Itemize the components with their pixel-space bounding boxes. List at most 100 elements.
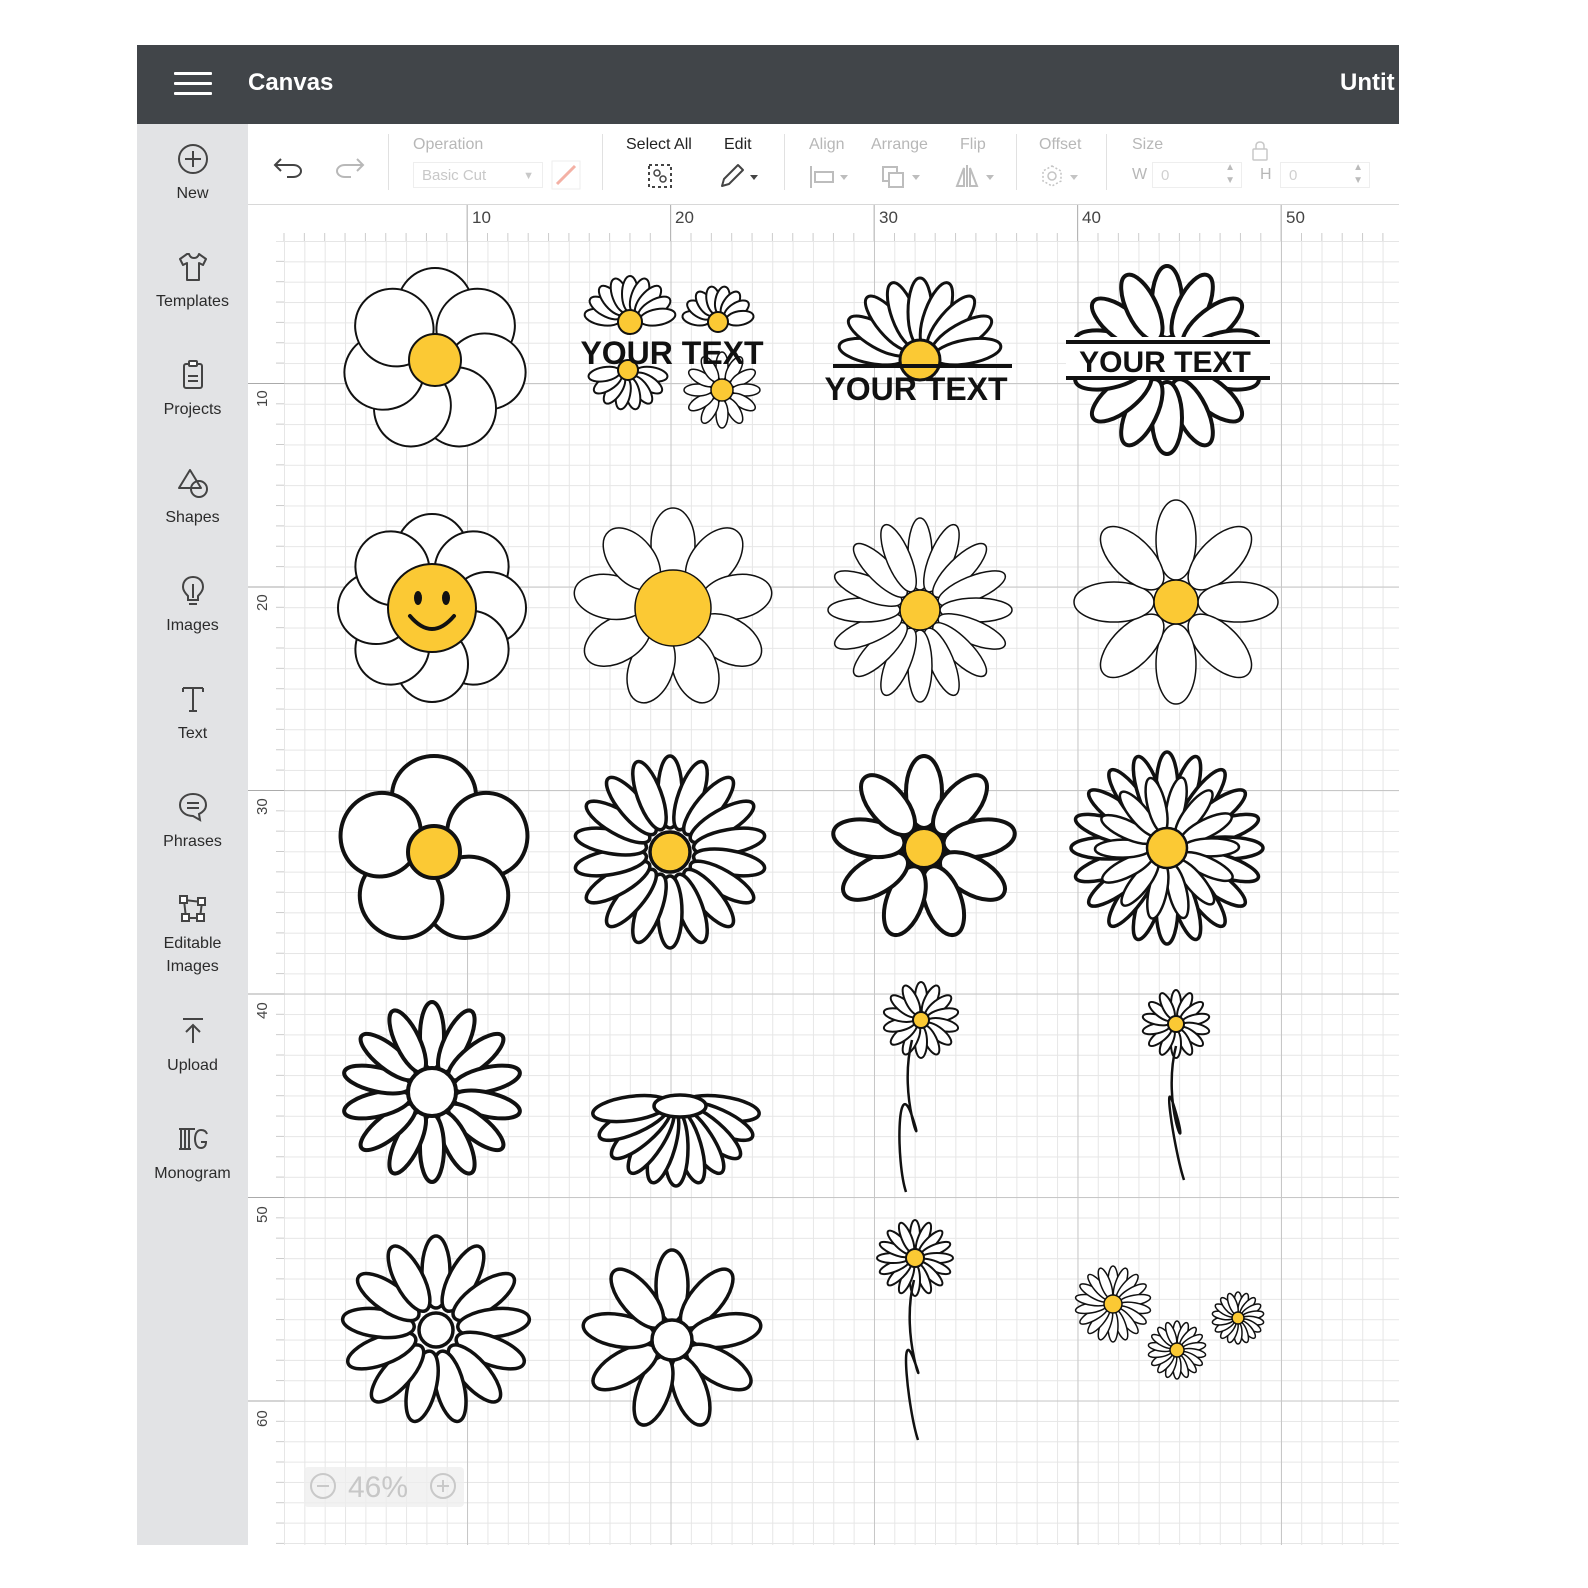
design-layer: YOUR TEXT YOUR TEXT YOUR TEXT bbox=[330, 264, 1279, 1441]
sidebar-item-label: Editable bbox=[163, 935, 222, 952]
smiley-eye bbox=[442, 591, 450, 605]
flower-center bbox=[905, 1248, 925, 1268]
daisy-design[interactable] bbox=[340, 1234, 532, 1425]
smiley-eye bbox=[414, 591, 422, 605]
daisy-design[interactable] bbox=[571, 507, 776, 709]
edit-pencil-icon[interactable] bbox=[718, 162, 762, 190]
pen-color-icon[interactable] bbox=[551, 160, 581, 190]
speech-bubble-icon bbox=[178, 792, 207, 822]
daisy-design[interactable] bbox=[1073, 499, 1279, 705]
zoom-out-icon[interactable] bbox=[310, 1473, 336, 1499]
ruler-label: 10 bbox=[254, 390, 271, 407]
sidebar-item-projects[interactable]: Projects bbox=[137, 358, 248, 421]
monogram-icon bbox=[178, 1128, 208, 1150]
daisy-design[interactable] bbox=[330, 754, 539, 954]
monogram-text: YOUR TEXT bbox=[824, 371, 1008, 407]
ruler-ticks bbox=[248, 241, 284, 1544]
width-value: 0 bbox=[1161, 167, 1170, 184]
sidebar-item-shapes[interactable]: Shapes bbox=[137, 466, 248, 529]
sidebar-item-label: Upload bbox=[167, 1057, 218, 1074]
sidebar-item-text[interactable]: Text bbox=[137, 682, 248, 745]
sidebar-item-editable-images[interactable]: Editable Images bbox=[137, 892, 248, 978]
flower-center bbox=[650, 1318, 694, 1362]
width-input[interactable]: 0 ▲ ▼ bbox=[1152, 162, 1242, 188]
daisy-design[interactable] bbox=[342, 1000, 523, 1184]
sidebar-item-phrases[interactable]: Phrases bbox=[137, 790, 248, 853]
flower-center bbox=[634, 569, 712, 647]
edit-label: Edit bbox=[724, 136, 752, 153]
flower-center bbox=[710, 378, 734, 402]
ruler-top: 10 20 30 40 50 bbox=[248, 205, 1399, 242]
daisy-design[interactable] bbox=[882, 981, 960, 1059]
align-icon[interactable] bbox=[808, 164, 852, 190]
edit-toolbar: Operation Basic Cut ▼ Select All Edit Ali… bbox=[248, 124, 1399, 205]
ruler-label: 10 bbox=[472, 208, 491, 227]
document-title[interactable]: Untit bbox=[1340, 69, 1395, 97]
sidebar-item-monogram[interactable]: Monogram bbox=[137, 1122, 248, 1185]
ruler-label: 40 bbox=[1082, 208, 1101, 227]
sidebar-item-new[interactable]: New bbox=[137, 142, 248, 205]
ruler-label: 30 bbox=[879, 208, 898, 227]
stepper-icon: ▲ ▼ bbox=[1225, 162, 1235, 186]
half-daisy[interactable] bbox=[583, 275, 677, 335]
daisy-design[interactable] bbox=[1147, 1320, 1207, 1380]
daisy-design[interactable] bbox=[337, 267, 533, 459]
toolbar-separator bbox=[784, 134, 785, 190]
canvas-grid[interactable]: YOUR TEXT YOUR TEXT YOUR TEXT bbox=[284, 241, 1399, 1545]
toolbar-separator bbox=[602, 134, 603, 190]
daisy-design[interactable] bbox=[1211, 1291, 1265, 1345]
flower-center bbox=[707, 311, 729, 333]
daisy-design[interactable] bbox=[830, 754, 1017, 941]
hamburger-menu-icon[interactable] bbox=[174, 72, 212, 97]
flower-stem bbox=[898, 1039, 918, 1193]
flower-center bbox=[406, 824, 462, 880]
undo-icon[interactable] bbox=[272, 154, 306, 180]
flower-center bbox=[387, 563, 477, 653]
flower-center bbox=[1153, 579, 1199, 625]
height-input[interactable]: 0 ▲ ▼ bbox=[1280, 162, 1370, 188]
daisy-design[interactable] bbox=[827, 517, 1013, 703]
editable-image-icon bbox=[178, 895, 206, 922]
sidebar-item-label: Phrases bbox=[163, 833, 222, 850]
daisy-design[interactable] bbox=[573, 754, 767, 950]
lightbulb-icon bbox=[181, 575, 204, 605]
flower-center bbox=[1169, 1342, 1185, 1358]
ruler-left: 10 20 30 40 50 60 bbox=[248, 241, 285, 1545]
toolbar-separator bbox=[1016, 134, 1017, 190]
toolbar-separator bbox=[1106, 134, 1107, 190]
height-value: 0 bbox=[1289, 167, 1298, 184]
ruler-label: 20 bbox=[675, 208, 694, 227]
sidebar-item-label: Projects bbox=[163, 401, 222, 418]
flower-center bbox=[408, 333, 462, 387]
monogram-text: YOUR TEXT bbox=[1079, 346, 1251, 379]
sidebar-item-label: Shapes bbox=[165, 509, 220, 526]
zoom-in-icon[interactable] bbox=[430, 1473, 456, 1499]
flip-icon[interactable] bbox=[954, 162, 1000, 190]
text-t-icon bbox=[181, 687, 204, 712]
select-all-icon[interactable] bbox=[646, 162, 674, 190]
arrange-label: Arrange bbox=[871, 136, 928, 153]
sidebar-item-label: Images bbox=[166, 617, 219, 634]
select-all-label: Select All bbox=[626, 136, 692, 153]
daisy-design[interactable] bbox=[337, 513, 527, 703]
operation-select[interactable]: Basic Cut ▼ bbox=[413, 162, 543, 188]
flower-center bbox=[406, 1066, 458, 1118]
daisy-design[interactable] bbox=[1074, 1265, 1152, 1343]
daisy-design[interactable] bbox=[876, 1219, 954, 1297]
top-bar: Canvas Untit bbox=[137, 45, 1399, 124]
lock-icon[interactable] bbox=[1251, 140, 1269, 162]
left-sidebar: New Templates Projects Shapes Images Tex… bbox=[137, 124, 249, 1545]
redo-icon[interactable] bbox=[332, 154, 366, 180]
ruler-label: 50 bbox=[1286, 208, 1305, 227]
offset-icon[interactable] bbox=[1040, 164, 1084, 192]
half-daisy[interactable] bbox=[681, 285, 755, 333]
ruler-label: 40 bbox=[254, 1002, 271, 1019]
sidebar-item-templates[interactable]: Templates bbox=[137, 250, 248, 313]
sidebar-item-upload[interactable]: Upload bbox=[137, 1014, 248, 1077]
arrange-icon[interactable] bbox=[880, 164, 924, 190]
height-label: H bbox=[1260, 166, 1272, 183]
design-canvas[interactable]: 10 20 30 40 50 10 20 30 40 50 60 YOUR TE… bbox=[248, 205, 1399, 1545]
flower-center bbox=[1167, 1015, 1185, 1033]
daisy-design[interactable] bbox=[581, 1248, 764, 1430]
sidebar-item-images[interactable]: Images bbox=[137, 574, 248, 637]
